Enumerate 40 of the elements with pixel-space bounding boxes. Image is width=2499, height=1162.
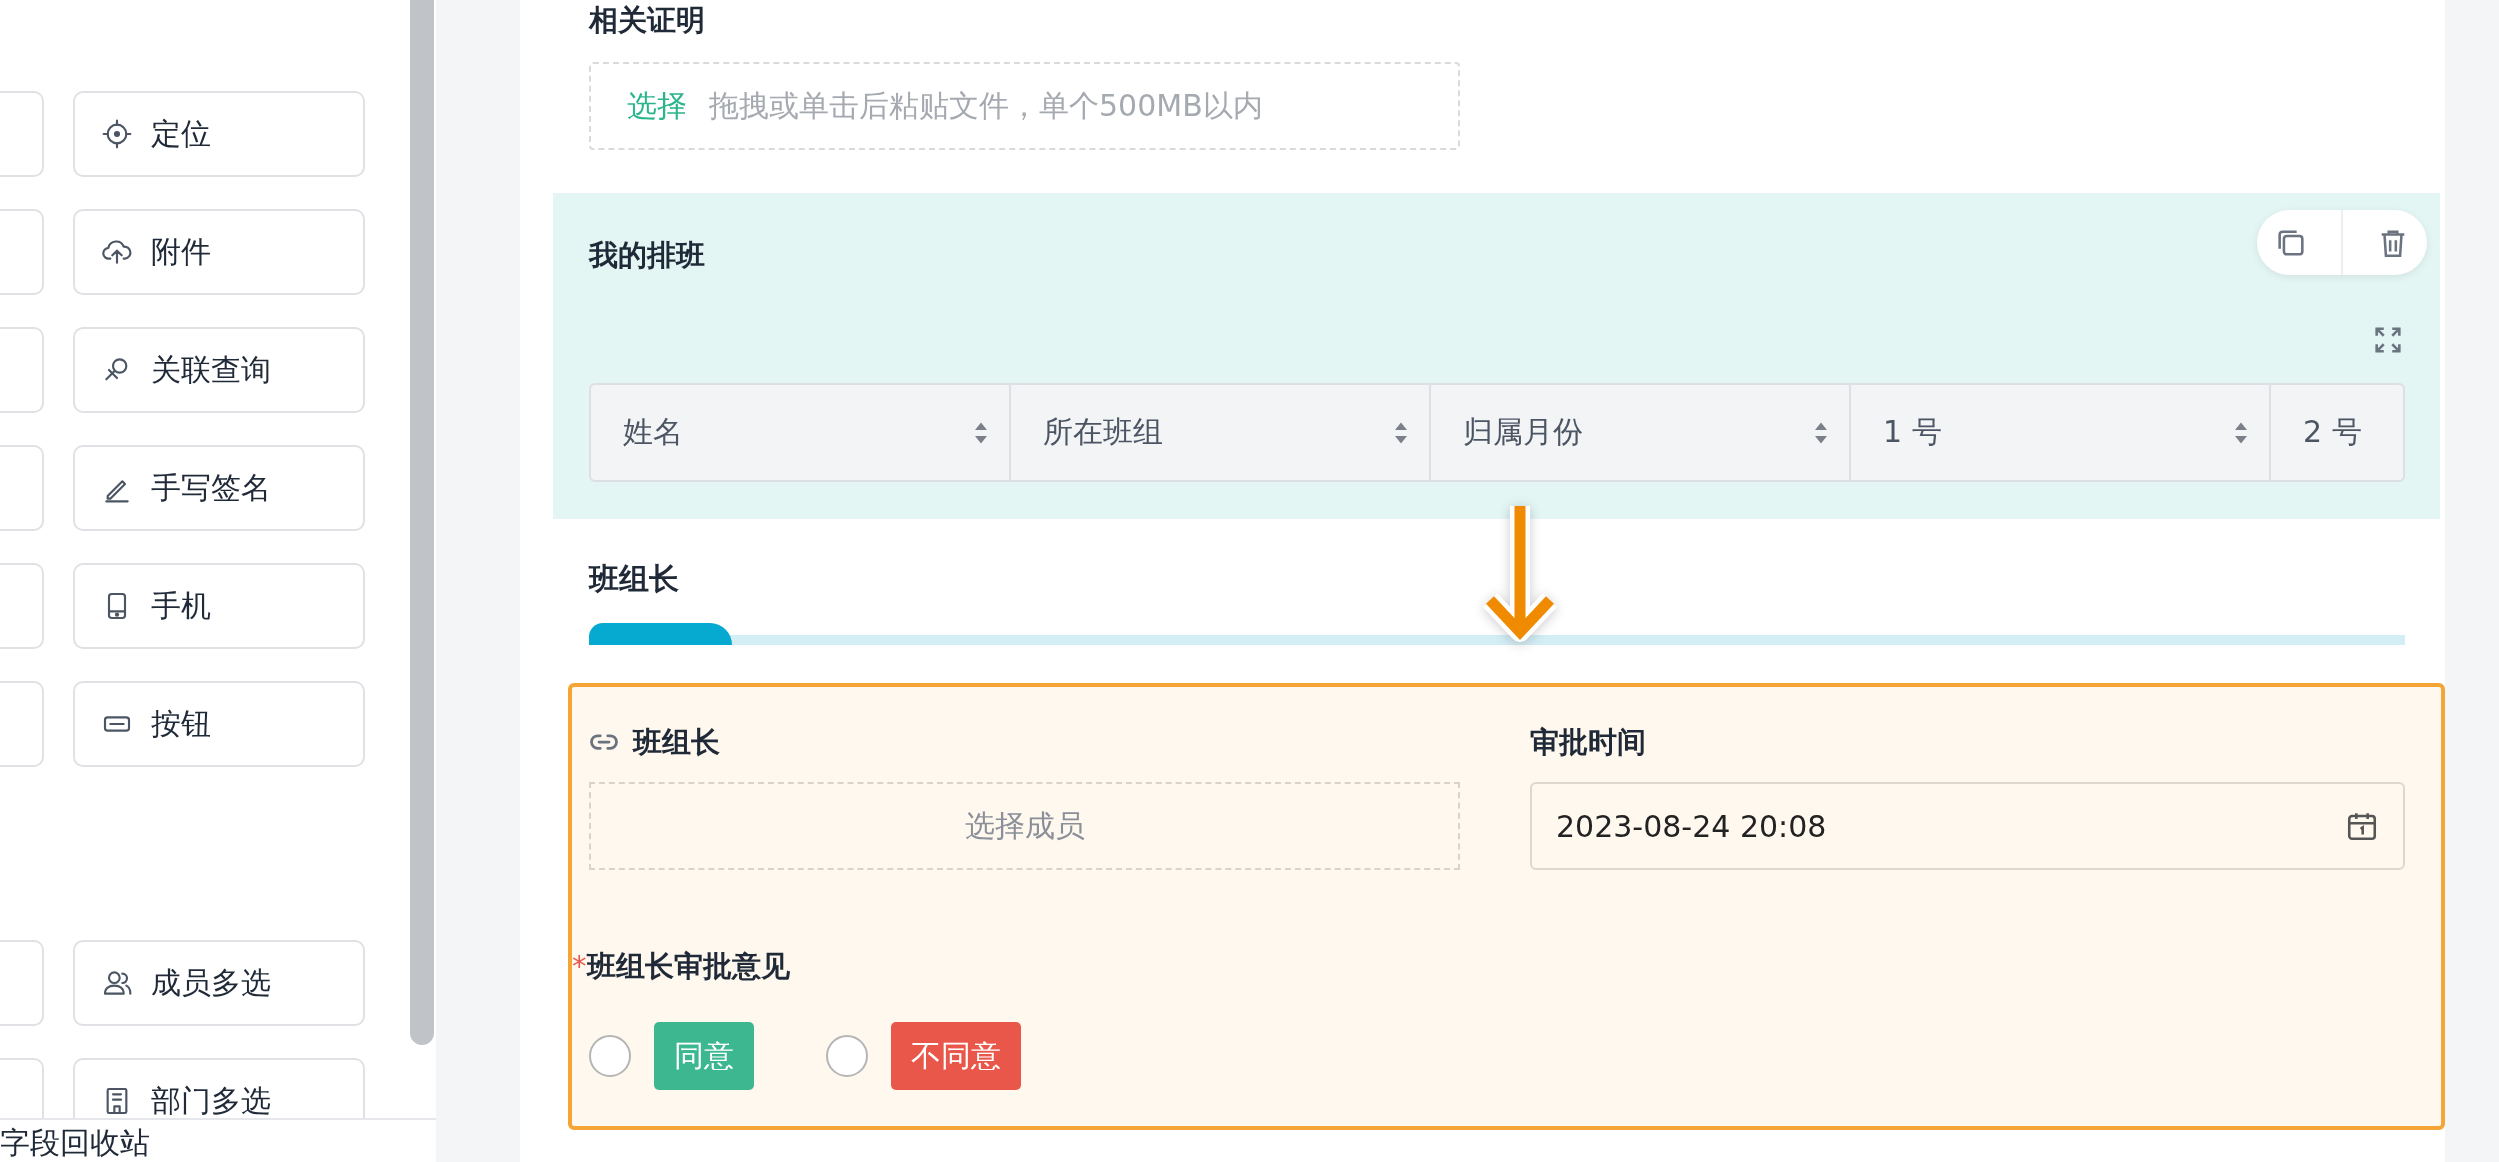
- column-header[interactable]: 姓名: [591, 385, 1011, 480]
- field-label: 审批时间: [1530, 724, 1647, 761]
- field-button[interactable]: 按钮: [73, 681, 365, 767]
- radio-button[interactable]: [826, 1035, 868, 1077]
- field-button[interactable]: 部门多选: [73, 1058, 365, 1118]
- date-field[interactable]: 2023-08-24 20:08: [1530, 782, 2405, 870]
- field-button[interactable]: 关联查询: [73, 327, 365, 413]
- upload-hint: 拖拽或单击后粘贴文件，单个500MB以内: [709, 86, 1263, 125]
- field-button[interactable]: 手机: [73, 563, 365, 649]
- locate-icon: [101, 118, 133, 150]
- column-header[interactable]: 归属月份: [1431, 385, 1851, 480]
- field-button[interactable]: 附件: [73, 209, 365, 295]
- field-button[interactable]: [0, 91, 44, 177]
- field-button[interactable]: 成员多选: [73, 940, 365, 1026]
- option-tag[interactable]: 不同意: [891, 1022, 1021, 1090]
- field-button[interactable]: 手写签名: [73, 445, 365, 531]
- field-button[interactable]: [0, 563, 44, 649]
- field-button[interactable]: [0, 209, 44, 295]
- radio-button[interactable]: [589, 1035, 631, 1077]
- field-button[interactable]: [0, 940, 44, 1026]
- field-button[interactable]: [0, 445, 44, 531]
- field-label: 相关证明: [589, 2, 705, 39]
- field-button[interactable]: 定位: [73, 91, 365, 177]
- sort-icon[interactable]: [1813, 420, 1829, 445]
- section-title: 班组长: [589, 560, 679, 598]
- required-mark: *: [572, 949, 587, 983]
- approval-group[interactable]: 班组长 选择成员 审批时间 2023-08-24 20:08 *班组长审批意见 同意 不同意: [568, 683, 2445, 1130]
- sort-icon[interactable]: [2233, 420, 2249, 445]
- scrollbar-thumb[interactable]: [410, 0, 434, 1045]
- field-button[interactable]: [0, 681, 44, 767]
- column-header[interactable]: 1 号: [1851, 385, 2271, 480]
- column-header[interactable]: 所在班组: [1011, 385, 1431, 480]
- subform-title: 我的排班: [589, 237, 705, 274]
- field-label: 班组长: [633, 724, 720, 761]
- field-label: 班组长审批意见: [586, 949, 790, 983]
- recycle-bin-link[interactable]: 字段回收站: [0, 1118, 436, 1162]
- column-header[interactable]: 2 号: [2271, 385, 2403, 480]
- sort-icon[interactable]: [973, 420, 989, 445]
- sort-icon[interactable]: [1393, 420, 1409, 445]
- field-button[interactable]: [0, 327, 44, 413]
